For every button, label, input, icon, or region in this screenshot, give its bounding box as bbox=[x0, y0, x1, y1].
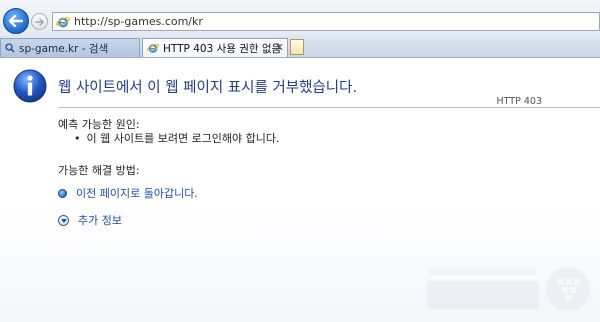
tab-search-label: sp-game.kr - 검색 bbox=[19, 42, 109, 55]
bullet-icon: • bbox=[74, 132, 81, 145]
tab-search[interactable]: sp-game.kr - 검색 bbox=[0, 38, 140, 57]
back-arrow-icon bbox=[9, 15, 23, 27]
address-url: http://sp-games.com/kr bbox=[74, 15, 203, 28]
cause-text: 이 웹 사이트를 보려면 로그인해야 합니다. bbox=[86, 132, 280, 145]
ie-logo-icon bbox=[56, 16, 70, 27]
back-link[interactable]: 이전 페이지로 돌아갑니다. bbox=[58, 185, 198, 201]
close-tab-icon[interactable]: ✕ bbox=[275, 41, 284, 54]
back-link-label[interactable]: 이전 페이지로 돌아갑니다. bbox=[76, 185, 198, 201]
more-info-label[interactable]: 추가 정보 bbox=[78, 212, 122, 228]
solution-heading: 가능한 해결 방법: bbox=[58, 164, 140, 177]
more-info-toggle[interactable]: 추가 정보 bbox=[58, 212, 122, 228]
info-icon bbox=[13, 69, 47, 103]
tab-http-403[interactable]: HTTP 403 사용 권한 없음 ✕ bbox=[142, 38, 288, 57]
new-tab-button[interactable] bbox=[290, 39, 304, 55]
ie-page-icon bbox=[147, 43, 159, 53]
forward-arrow-icon bbox=[35, 17, 44, 26]
bullet-dot-icon bbox=[58, 188, 67, 198]
navigation-bar: http://sp-games.com/kr bbox=[0, 0, 600, 36]
tab-http-403-label: HTTP 403 사용 권한 없음 bbox=[163, 42, 282, 55]
address-bar[interactable]: http://sp-games.com/kr bbox=[52, 12, 600, 31]
expand-chevron-icon[interactable] bbox=[58, 214, 69, 226]
error-page: 웹 사이트에서 이 웹 페이지 표시를 거부했습니다. HTTP 403 예측 … bbox=[0, 58, 600, 322]
search-icon bbox=[5, 43, 15, 53]
page-title: 웹 사이트에서 이 웹 페이지 표시를 거부했습니다. bbox=[58, 80, 358, 96]
cause-list-item: • 이 웹 사이트를 보려면 로그인해야 합니다. bbox=[74, 130, 280, 146]
title-divider bbox=[58, 107, 600, 108]
http-status-code: HTTP 403 bbox=[496, 96, 542, 107]
watermark-logo-icon bbox=[427, 267, 590, 311]
back-button[interactable] bbox=[3, 8, 29, 34]
forward-button[interactable] bbox=[31, 13, 48, 30]
